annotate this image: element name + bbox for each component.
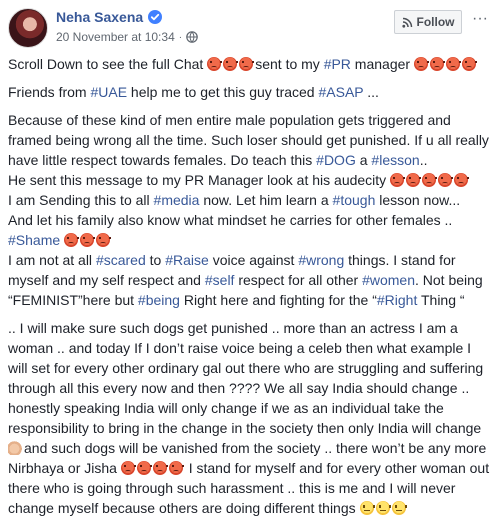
hashtag-link[interactable]: #wrong bbox=[298, 252, 344, 268]
hashtag-link[interactable]: #Shame bbox=[8, 232, 60, 248]
post-body: Scroll Down to see the full Chat sent to… bbox=[8, 54, 490, 517]
post-text: Thing “ bbox=[417, 292, 465, 308]
angry-face-emoji bbox=[136, 461, 152, 475]
hashtag-link[interactable]: #lesson bbox=[371, 152, 419, 168]
post-paragraph-4: I am not at all #scared to #Raise voice … bbox=[8, 250, 490, 310]
neutral-face-emoji bbox=[375, 501, 391, 515]
post-text: He sent this message to my PR Manager lo… bbox=[8, 172, 391, 188]
angry-face-emoji bbox=[96, 233, 112, 247]
hashtag-link[interactable]: #PR bbox=[324, 56, 351, 72]
angry-face-emoji bbox=[80, 233, 96, 247]
angry-face-emoji bbox=[445, 57, 461, 71]
angry-face-emoji bbox=[406, 173, 422, 187]
avatar[interactable] bbox=[8, 8, 48, 48]
hashtag-link[interactable]: #being bbox=[138, 292, 180, 308]
angry-face-emoji bbox=[461, 57, 477, 71]
post-text: respect for all other bbox=[234, 272, 363, 288]
angry-face-emoji bbox=[64, 233, 80, 247]
neutral-face-emoji bbox=[391, 501, 407, 515]
post-text: manager bbox=[350, 56, 414, 72]
post-header: Neha Saxena 20 November at 10:34 · Follo… bbox=[0, 0, 496, 48]
hashtag-link[interactable]: #tough bbox=[333, 192, 376, 208]
flexed-arm-emoji bbox=[8, 441, 24, 455]
post-text: voice against bbox=[208, 252, 299, 268]
more-options-button[interactable]: ··· bbox=[470, 11, 490, 32]
angry-face-emoji bbox=[223, 57, 239, 71]
author-row: Neha Saxena bbox=[56, 9, 163, 25]
post-text: Scroll Down to see the full Chat bbox=[8, 56, 208, 72]
angry-face-emoji bbox=[422, 173, 438, 187]
post-paragraph-1: Scroll Down to see the full Chat sent to… bbox=[8, 54, 490, 74]
post-text: .. I will make sure such dogs get punish… bbox=[8, 320, 484, 436]
angry-face-emoji bbox=[120, 461, 136, 475]
post-text: lesson now... bbox=[375, 192, 461, 208]
angry-face-emoji bbox=[390, 173, 406, 187]
globe-icon bbox=[186, 31, 198, 43]
post-text: .. bbox=[419, 152, 428, 168]
hashtag-link[interactable]: #media bbox=[154, 192, 200, 208]
verified-badge-icon bbox=[148, 10, 163, 24]
angry-face-emoji bbox=[207, 57, 223, 71]
angry-face-emoji bbox=[152, 461, 168, 475]
hashtag-link[interactable]: #UAE bbox=[90, 84, 127, 100]
angry-face-emoji bbox=[168, 461, 184, 475]
post-text: now. Let him learn a bbox=[199, 192, 333, 208]
hashtag-link[interactable]: #Raise bbox=[165, 252, 209, 268]
post-timestamp[interactable]: 20 November at 10:34 bbox=[56, 30, 175, 44]
rss-icon bbox=[401, 17, 412, 28]
author-name[interactable]: Neha Saxena bbox=[56, 9, 143, 25]
post-text: to bbox=[145, 252, 166, 268]
hashtag-link[interactable]: #self bbox=[205, 272, 235, 288]
post-text: Friends from bbox=[8, 84, 91, 100]
angry-face-emoji bbox=[239, 57, 255, 71]
neutral-face-emoji bbox=[359, 501, 375, 515]
follow-button[interactable]: Follow bbox=[394, 10, 462, 34]
hashtag-link[interactable]: #ASAP bbox=[319, 84, 364, 100]
post-paragraph-3: Because of these kind of men entire male… bbox=[8, 110, 490, 250]
post-text: help me to get this guy traced bbox=[127, 84, 319, 100]
meta-separator: · bbox=[178, 31, 183, 43]
post-text: ... bbox=[363, 84, 379, 100]
post-paragraph-2: Friends from #UAE help me to get this gu… bbox=[8, 82, 490, 102]
follow-label: Follow bbox=[416, 15, 455, 29]
post-paragraph-5: .. I will make sure such dogs get punish… bbox=[8, 318, 490, 517]
post-text: sent to my bbox=[255, 56, 324, 72]
angry-face-emoji bbox=[413, 57, 429, 71]
angry-face-emoji bbox=[454, 173, 470, 187]
post-text: I am not at all bbox=[8, 252, 96, 268]
post-meta: 20 November at 10:34 · bbox=[56, 30, 198, 44]
post-text: And let his family also know what mindse… bbox=[8, 212, 453, 228]
hashtag-link[interactable]: #scared bbox=[96, 252, 146, 268]
hashtag-link[interactable]: #women bbox=[362, 272, 415, 288]
post-text: a bbox=[355, 152, 372, 168]
hashtag-link[interactable]: #Right bbox=[377, 292, 417, 308]
hashtag-link[interactable]: #DOG bbox=[316, 152, 356, 168]
post-text: Right here and fighting for the “ bbox=[179, 292, 377, 308]
angry-face-emoji bbox=[429, 57, 445, 71]
angry-face-emoji bbox=[438, 173, 454, 187]
post-text: I am Sending this to all bbox=[8, 192, 154, 208]
